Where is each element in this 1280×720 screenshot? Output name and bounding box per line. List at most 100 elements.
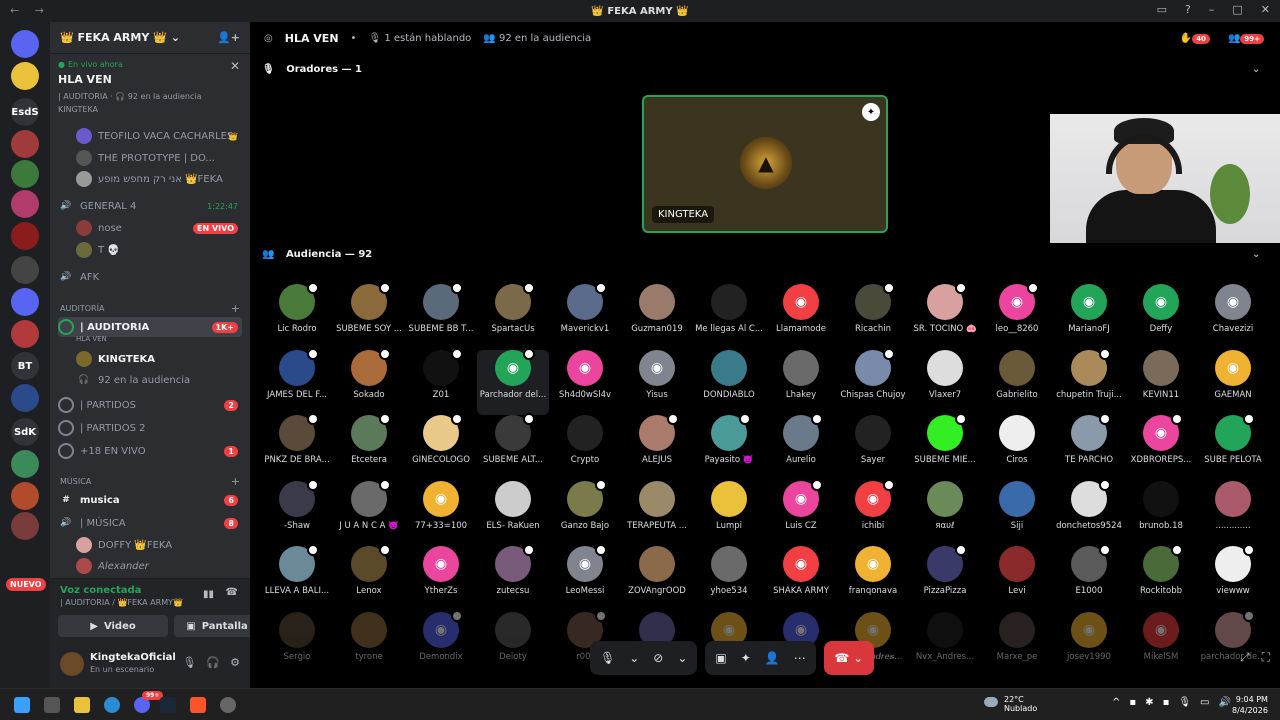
audience-member[interactable]: SUBEME BB T... (405, 282, 477, 349)
voice-user[interactable]: TEOFILO VACA CACHARLES 👑 (76, 126, 242, 146)
audience-member[interactable]: PizzaPizza (909, 544, 981, 611)
windows-start-icon[interactable] (14, 697, 30, 713)
audience-member[interactable]: ◉ SHAKA ARMY (765, 546, 837, 611)
chevron-up-icon[interactable]: ^ (1112, 697, 1120, 708)
audience-member[interactable]: ◉ leo__8260 (981, 282, 1053, 349)
tray-app-icon[interactable]: ▪ (1129, 697, 1136, 708)
audience-member[interactable]: chupetin Truji... (1053, 347, 1125, 415)
audience-member[interactable]: ◉ XDBROREPS... (1125, 413, 1197, 480)
audience-member[interactable]: Lhakey (765, 349, 837, 415)
disconnect-icon[interactable]: ☎ (226, 587, 238, 598)
clock[interactable]: 9:04 PM 8/4/2026 (1232, 694, 1268, 716)
screen-share-icon[interactable]: ▣ (715, 651, 726, 665)
task-view-icon[interactable] (44, 697, 60, 713)
help-icon[interactable]: ? (1185, 3, 1191, 16)
server-icon[interactable] (11, 190, 39, 218)
headphones-icon[interactable]: 🎧 (206, 656, 220, 669)
audience-member[interactable]: ◉ LeoMessi (549, 544, 621, 611)
disconnect-button[interactable]: ☎ ⌄ (823, 641, 874, 675)
audience-member[interactable]: parchador de... (1197, 609, 1269, 677)
audience-member[interactable]: ◉ Deffy (1125, 284, 1197, 349)
screen-share-button[interactable]: ▣ Pantalla (174, 615, 260, 637)
voice-user[interactable]: אני רק מחפש מופע 👑FEKA (76, 169, 242, 189)
server-icon[interactable] (11, 222, 39, 250)
audience-member[interactable]: ALEJUS (621, 413, 693, 480)
audience-member[interactable]: KEVIN11 (1125, 349, 1197, 415)
network-icon[interactable]: ▭ (1200, 697, 1209, 708)
audience-member[interactable]: ◉ Sh4d0wSl4v (549, 349, 621, 415)
audience-member[interactable]: ◉ franqonava (837, 546, 909, 611)
bluetooth-icon[interactable]: ✱ (1145, 697, 1153, 708)
voice-user[interactable]: Alexander (76, 556, 242, 576)
audience-member[interactable]: Payasito 👿 (693, 413, 765, 480)
audience-member[interactable]: ◉ Chavezizi (1197, 284, 1269, 349)
add-user-icon[interactable]: 👤+ (217, 31, 240, 44)
server-icon[interactable] (11, 288, 39, 316)
audience-member[interactable]: Aurelio (765, 413, 837, 480)
file-explorer-icon[interactable] (74, 697, 90, 713)
inbox-icon[interactable]: ▭ (1157, 3, 1167, 16)
audience-member[interactable]: JAMES DEL F... (261, 347, 333, 415)
minimize-button[interactable]: – (1209, 3, 1215, 16)
audience-member[interactable]: DONDIABLO (693, 349, 765, 415)
steam-icon[interactable] (160, 697, 176, 713)
voice-channel[interactable]: 🔊 GENERAL 4 1:22:47 (58, 196, 242, 216)
live-now-panel[interactable]: En vivo ahora HLA VEN | AUDITORIA · 🎧 92… (50, 54, 250, 126)
server-icon[interactable]: EsdS (11, 98, 39, 126)
audience-member[interactable]: ............. (1197, 480, 1269, 546)
signal-icon[interactable]: ▮▮ (203, 589, 214, 600)
audience-member[interactable]: Me llegas Al C... (693, 284, 765, 349)
audience-member[interactable]: Sayer (837, 415, 909, 480)
audience-member[interactable]: ◉ josev1990 (1053, 611, 1125, 677)
audience-member[interactable]: ◉ Llamamode (765, 284, 837, 349)
audience-section-header[interactable]: 👥 Audiencia — 92 ⌄ (262, 249, 1260, 260)
audience-member[interactable]: Maverickv1 (549, 282, 621, 349)
voice-user[interactable]: T 💀 (76, 240, 242, 260)
video-button[interactable]: ▶ Video (58, 615, 168, 637)
server-icon[interactable] (11, 450, 39, 478)
category-auditoria[interactable]: AUDITORÍA + (60, 300, 240, 316)
audience-member[interactable]: yhoe534 (693, 546, 765, 611)
category-musica[interactable]: MÚSICA + (60, 473, 240, 489)
server-icon[interactable] (11, 512, 39, 540)
server-icon[interactable]: SdK (11, 418, 39, 446)
speakers-section-header[interactable]: 🎙 Oradores — 1 ⌄ (262, 64, 1260, 75)
volume-icon[interactable]: 🔊 (1219, 697, 1231, 708)
audience-member[interactable]: Levi (981, 546, 1053, 611)
audience-member[interactable]: Deloty (477, 611, 549, 677)
server-icon[interactable] (11, 62, 39, 90)
close-button[interactable]: ✕ (1261, 3, 1270, 16)
audience-member[interactable]: Ciros (981, 415, 1053, 480)
audience-member[interactable]: Chispas Chujoy (837, 347, 909, 415)
audience-member[interactable]: SUBE PELOTA (1197, 413, 1269, 480)
audience-member[interactable]: viewww (1197, 544, 1269, 611)
audience-member[interactable]: brunob.18 (1125, 480, 1197, 546)
audience-member[interactable]: Guzman019 (621, 284, 693, 349)
chevron-down-icon[interactable]: ⌄ (677, 651, 687, 665)
audience-member[interactable]: E1000 (1053, 544, 1125, 611)
audience-member[interactable]: SUBEME SOY ... (333, 282, 405, 349)
channel-partidos-2[interactable]: | PARTIDOS 2 (58, 418, 242, 438)
audience-member[interactable]: -Shaw (261, 478, 333, 546)
audience-member[interactable]: Ganzo Bajo (549, 478, 621, 546)
audience-member[interactable]: zutecsu (477, 544, 549, 611)
audience-member[interactable]: Siji (981, 480, 1053, 546)
audience-member[interactable]: Vlaxer7 (909, 349, 981, 415)
audience-member[interactable]: ◉ Yisus (621, 349, 693, 415)
voice-user[interactable]: DOFFY 👑FEKA (76, 535, 242, 555)
audience-member[interactable]: SUBEME MIE... (909, 413, 981, 480)
server-icon[interactable]: BT (11, 352, 39, 380)
channel-mas18[interactable]: +18 EN VIVO 1 (58, 441, 242, 461)
audience-member[interactable]: ZOVAngrOOD (621, 546, 693, 611)
invite-icon[interactable]: 👤 (765, 651, 780, 665)
voice-user[interactable]: THE PROTOTYPE | DO... (76, 148, 242, 168)
audience-member[interactable]: Etcetera (333, 413, 405, 480)
audience-member[interactable]: Lumpi (693, 480, 765, 546)
more-icon[interactable]: ⋯ (794, 651, 806, 665)
audience-member[interactable]: Lenox (333, 544, 405, 611)
audience-member[interactable]: ◉ Luis CZ (765, 478, 837, 546)
audience-member[interactable]: ◉ Parchador del... (477, 347, 549, 415)
speaker-tile[interactable]: ▲ KINGTEKA ✦ (642, 95, 888, 233)
edge-icon[interactable] (104, 697, 120, 713)
audience-member[interactable]: donchetos9524 (1053, 478, 1125, 546)
